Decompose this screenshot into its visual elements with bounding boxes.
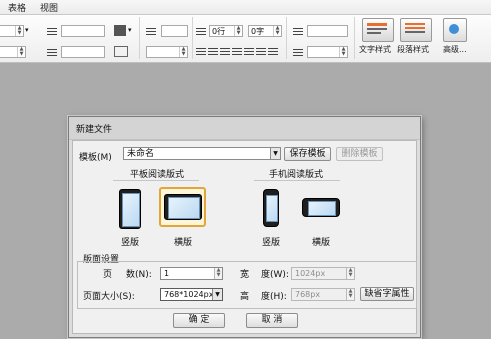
- separator: [354, 17, 355, 59]
- new-file-dialog: 新建文件 模板(M) 未命名 ▼ 保存模板 删除模板 平板阅读版式 竖版 横版 …: [68, 116, 421, 338]
- phone-portrait-icon: [266, 195, 278, 222]
- shading-icon[interactable]: [114, 25, 126, 36]
- tablet-group-label: 平板阅读版式: [129, 170, 184, 180]
- align-left-icon[interactable]: [196, 46, 206, 56]
- indent-icon[interactable]: [146, 26, 156, 36]
- height-input[interactable]: 768px ▲ ▼: [291, 288, 355, 301]
- save-template-button[interactable]: 保存模板: [284, 147, 331, 161]
- font-scale-field[interactable]: ▲ ▼: [0, 46, 26, 58]
- width-label-char2: 度(W):: [261, 270, 289, 280]
- spacing-field-1[interactable]: [61, 25, 105, 37]
- tablet-landscape-label: 横版: [173, 238, 192, 248]
- page-size-label: 页面大小(S):: [83, 292, 135, 302]
- width-input[interactable]: 1024px ▲ ▼: [291, 267, 355, 280]
- tablet-portrait-icon: [122, 193, 140, 227]
- stepper-icon[interactable]: ▲ ▼: [214, 268, 222, 279]
- group-divider: [254, 180, 340, 181]
- pages-label-char2: 数(N):: [126, 270, 152, 280]
- stepper-icon[interactable]: ▲ ▼: [346, 289, 354, 300]
- dialog-titlebar[interactable]: 新建文件: [69, 117, 420, 140]
- chevron-down-icon[interactable]: ▾: [128, 26, 132, 34]
- align-justify-icon[interactable]: [232, 46, 242, 56]
- phone-landscape-icon: [308, 201, 336, 216]
- menu-bar: 表格 视图: [0, 0, 491, 15]
- align-distribute-icon[interactable]: [244, 46, 254, 56]
- line-height-icon[interactable]: [47, 47, 57, 57]
- separator: [139, 17, 140, 59]
- align-center-icon[interactable]: [208, 46, 218, 56]
- height-label-char1: 高: [240, 292, 250, 302]
- chevron-down-icon[interactable]: ▾: [25, 26, 29, 34]
- tablet-landscape-option[interactable]: [159, 187, 206, 227]
- tablet-portrait-option[interactable]: [119, 189, 141, 229]
- advanced-label[interactable]: 高级...: [443, 44, 467, 55]
- font-size-field[interactable]: ▲ ▼: [0, 25, 24, 37]
- default-char-attr-button[interactable]: 缺省字属性: [360, 287, 414, 301]
- align-right-icon[interactable]: [220, 46, 230, 56]
- template-value: 未命名: [127, 149, 155, 159]
- indent-field[interactable]: [161, 25, 188, 37]
- menu-view[interactable]: 视图: [40, 1, 58, 14]
- pages-label-char1: 页: [103, 270, 113, 280]
- phone-group-label: 手机阅读版式: [268, 170, 323, 180]
- paragraph-style-icon[interactable]: [400, 18, 432, 42]
- template-select[interactable]: 未命名 ▼: [123, 147, 281, 160]
- line-spacing-field[interactable]: 0行 ▲ ▼: [209, 25, 243, 37]
- layout-settings-group: 页 数(N): 1 ▲ ▼ 宽 度(W): 1024px ▲ ▼ 页面大小(S): 76…: [77, 261, 417, 309]
- para-indent-icon[interactable]: [293, 47, 303, 57]
- separator: [192, 17, 193, 59]
- separator: [286, 17, 287, 59]
- para-spacing-icon[interactable]: [293, 26, 303, 36]
- height-label-char2: 度(H):: [261, 292, 287, 302]
- menu-table[interactable]: 表格: [8, 1, 26, 14]
- phone-portrait-option[interactable]: [263, 189, 279, 227]
- align-fill-icon[interactable]: [256, 46, 266, 56]
- template-label: 模板(M): [79, 153, 112, 163]
- chevron-down-icon[interactable]: ▼: [270, 148, 280, 159]
- phone-landscape-option[interactable]: [302, 198, 340, 217]
- advanced-icon[interactable]: [443, 18, 467, 42]
- group-divider: [113, 180, 199, 181]
- align-end-icon[interactable]: [268, 46, 278, 56]
- phone-landscape-label: 横版: [311, 238, 330, 248]
- char-spacing-icon[interactable]: [47, 26, 57, 36]
- indent-field-2[interactable]: ▲ ▼: [146, 46, 188, 58]
- tablet-landscape-icon: [164, 194, 202, 220]
- spacing-field-2[interactable]: [61, 46, 105, 58]
- page-size-select[interactable]: 768*1024px ▼: [160, 288, 223, 301]
- text-style-label[interactable]: 文字样式: [359, 44, 391, 55]
- phone-portrait-label: 竖版: [261, 238, 280, 248]
- dialog-body: 模板(M) 未命名 ▼ 保存模板 删除模板 平板阅读版式 竖版 横版 手机阅读版…: [72, 140, 417, 334]
- pages-input[interactable]: 1 ▲ ▼: [160, 267, 223, 280]
- para-spacing-field[interactable]: [307, 25, 348, 37]
- stepper-icon[interactable]: ▲ ▼: [346, 268, 354, 279]
- chevron-down-icon[interactable]: ▼: [212, 289, 222, 300]
- tablet-portrait-label: 竖版: [120, 238, 139, 248]
- char-spacing-field[interactable]: 0字 ▲ ▼: [248, 25, 282, 37]
- width-label-char1: 宽: [240, 270, 250, 280]
- delete-template-button[interactable]: 删除模板: [336, 147, 383, 161]
- ribbon-toolbar: ▲ ▼ ▾ ▲ ▼ ▾ ▲ ▼ 0行 ▲ ▼ 0字 ▲ ▼ ▲ ▼ 文字样式 段落样式 高级..…: [0, 15, 491, 63]
- ok-button[interactable]: 确 定: [173, 313, 225, 328]
- para-indent-field[interactable]: ▲ ▼: [307, 46, 348, 58]
- dialog-title: 新建文件: [76, 125, 113, 135]
- border-icon[interactable]: [114, 46, 128, 57]
- text-style-icon[interactable]: [362, 18, 394, 42]
- cancel-button[interactable]: 取 消: [246, 313, 298, 328]
- paragraph-style-label[interactable]: 段落样式: [397, 44, 429, 55]
- line-spacing-icon[interactable]: [196, 26, 206, 36]
